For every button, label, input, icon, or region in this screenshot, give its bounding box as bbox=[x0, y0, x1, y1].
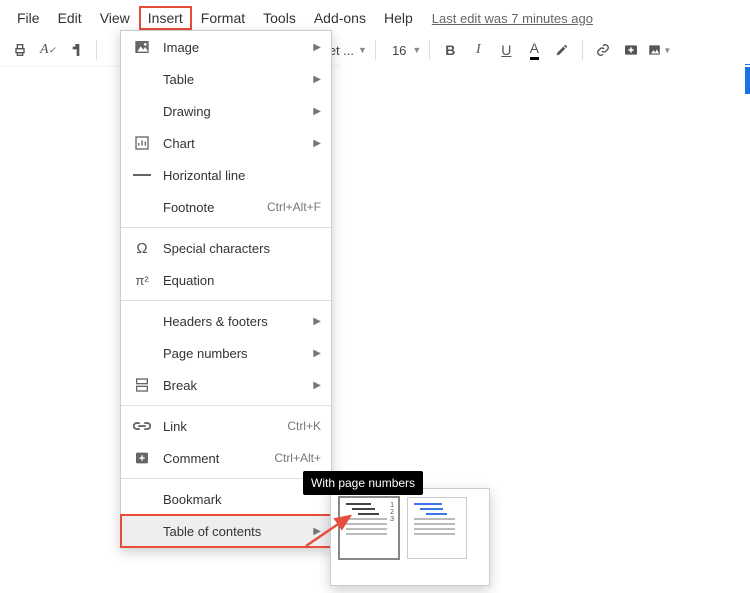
menu-item-label: Chart bbox=[163, 136, 303, 151]
paint-format-icon[interactable] bbox=[64, 38, 88, 62]
link-button[interactable] bbox=[591, 38, 615, 62]
document-area: - t.com/ n-up and then validate your ema… bbox=[0, 65, 750, 67]
insert-chart[interactable]: Chart ▶ bbox=[121, 127, 331, 159]
separator bbox=[121, 405, 331, 406]
menu-addons[interactable]: Add-ons bbox=[305, 6, 375, 30]
text-color-button[interactable]: A bbox=[522, 38, 546, 62]
menu-item-label: Horizontal line bbox=[163, 168, 321, 183]
menu-tools[interactable]: Tools bbox=[254, 6, 305, 30]
menu-item-label: Page numbers bbox=[163, 346, 303, 361]
toc-with-links[interactable] bbox=[407, 497, 467, 559]
chart-icon bbox=[131, 134, 153, 152]
insert-headers-footers[interactable]: Headers & footers ▶ bbox=[121, 305, 331, 337]
menu-item-label: Break bbox=[163, 378, 303, 393]
image-icon bbox=[131, 38, 153, 56]
tooltip: With page numbers bbox=[303, 471, 423, 495]
insert-toc[interactable]: Table of contents ▶ bbox=[121, 515, 331, 547]
link-icon bbox=[131, 417, 153, 435]
insert-bookmark[interactable]: Bookmark bbox=[121, 483, 331, 515]
menu-item-label: Table of contents bbox=[163, 524, 303, 539]
separator bbox=[121, 300, 331, 301]
menu-edit[interactable]: Edit bbox=[49, 6, 91, 30]
chevron-down-icon: ▼ bbox=[358, 45, 367, 55]
menu-bar: File Edit View Insert Format Tools Add-o… bbox=[0, 0, 750, 34]
menu-item-label: Bookmark bbox=[163, 492, 321, 507]
break-icon bbox=[131, 376, 153, 394]
menu-help[interactable]: Help bbox=[375, 6, 422, 30]
omega-icon: Ω bbox=[131, 239, 153, 257]
comment-button[interactable] bbox=[619, 38, 643, 62]
insert-footnote[interactable]: Footnote Ctrl+Alt+F bbox=[121, 191, 331, 223]
insert-dropdown: Image ▶ Table ▶ Drawing ▶ Chart ▶ Horizo… bbox=[120, 30, 332, 548]
bold-button[interactable]: B bbox=[438, 38, 462, 62]
spellcheck-icon[interactable]: A✓ bbox=[36, 38, 60, 62]
submenu-arrow-icon: ▶ bbox=[313, 106, 321, 117]
insert-special-chars[interactable]: Ω Special characters bbox=[121, 232, 331, 264]
insert-hline[interactable]: Horizontal line bbox=[121, 159, 331, 191]
menu-item-label: Image bbox=[163, 40, 303, 55]
insert-equation[interactable]: π² Equation bbox=[121, 264, 331, 296]
menu-format[interactable]: Format bbox=[192, 6, 254, 30]
insert-image[interactable]: Image ▶ bbox=[121, 31, 331, 63]
blank-icon bbox=[131, 70, 153, 88]
ruler[interactable] bbox=[340, 65, 750, 67]
menu-view[interactable]: View bbox=[91, 6, 139, 30]
submenu-arrow-icon: ▶ bbox=[313, 138, 321, 149]
submenu-arrow-icon: ▶ bbox=[313, 74, 321, 85]
underline-button[interactable]: U bbox=[494, 38, 518, 62]
insert-link[interactable]: Link Ctrl+K bbox=[121, 410, 331, 442]
insert-comment[interactable]: Comment Ctrl+Alt+ bbox=[121, 442, 331, 474]
submenu-arrow-icon: ▶ bbox=[313, 42, 321, 53]
submenu-arrow-icon: ▶ bbox=[313, 348, 321, 359]
chevron-down-icon: ▼ bbox=[412, 45, 421, 55]
insert-drawing[interactable]: Drawing ▶ bbox=[121, 95, 331, 127]
highlight-button[interactable] bbox=[550, 38, 574, 62]
hline-icon bbox=[131, 166, 153, 184]
menu-item-label: Footnote bbox=[163, 200, 257, 215]
shortcut: Ctrl+Alt+ bbox=[274, 451, 321, 465]
menu-item-label: Drawing bbox=[163, 104, 303, 119]
toolbar: A✓ chet ... ▼ 16 ▼ B I U A ▼ bbox=[0, 34, 750, 67]
italic-button[interactable]: I bbox=[466, 38, 490, 62]
blank-icon bbox=[131, 490, 153, 508]
annotation-arrow bbox=[302, 510, 362, 550]
blank-icon bbox=[131, 198, 153, 216]
blank-icon bbox=[131, 312, 153, 330]
insert-image-button[interactable]: ▼ bbox=[647, 38, 671, 62]
menu-insert[interactable]: Insert bbox=[139, 6, 192, 30]
insert-table[interactable]: Table ▶ bbox=[121, 63, 331, 95]
menu-item-label: Special characters bbox=[163, 241, 321, 256]
print-icon[interactable] bbox=[8, 38, 32, 62]
comment-icon bbox=[131, 449, 153, 467]
menu-file[interactable]: File bbox=[8, 6, 49, 30]
insert-break[interactable]: Break ▶ bbox=[121, 369, 331, 401]
menu-item-label: Link bbox=[163, 419, 277, 434]
separator bbox=[121, 227, 331, 228]
separator bbox=[121, 478, 331, 479]
insert-page-numbers[interactable]: Page numbers ▶ bbox=[121, 337, 331, 369]
menu-item-label: Table bbox=[163, 72, 303, 87]
last-edit-note[interactable]: Last edit was 7 minutes ago bbox=[432, 11, 593, 26]
blank-icon bbox=[131, 522, 153, 540]
page-number-preview: 123 bbox=[390, 502, 394, 523]
font-size-value: 16 bbox=[392, 43, 406, 58]
menu-item-label: Comment bbox=[163, 451, 264, 466]
font-size-select[interactable]: 16 ▼ bbox=[392, 43, 421, 58]
submenu-arrow-icon: ▶ bbox=[313, 380, 321, 391]
blank-icon bbox=[131, 102, 153, 120]
sidebar-toggle[interactable] bbox=[745, 64, 750, 94]
blank-icon bbox=[131, 344, 153, 362]
menu-item-label: Equation bbox=[163, 273, 321, 288]
shortcut: Ctrl+Alt+F bbox=[267, 200, 321, 214]
shortcut: Ctrl+K bbox=[287, 419, 321, 433]
pi-icon: π² bbox=[131, 271, 153, 289]
menu-item-label: Headers & footers bbox=[163, 314, 303, 329]
submenu-arrow-icon: ▶ bbox=[313, 316, 321, 327]
